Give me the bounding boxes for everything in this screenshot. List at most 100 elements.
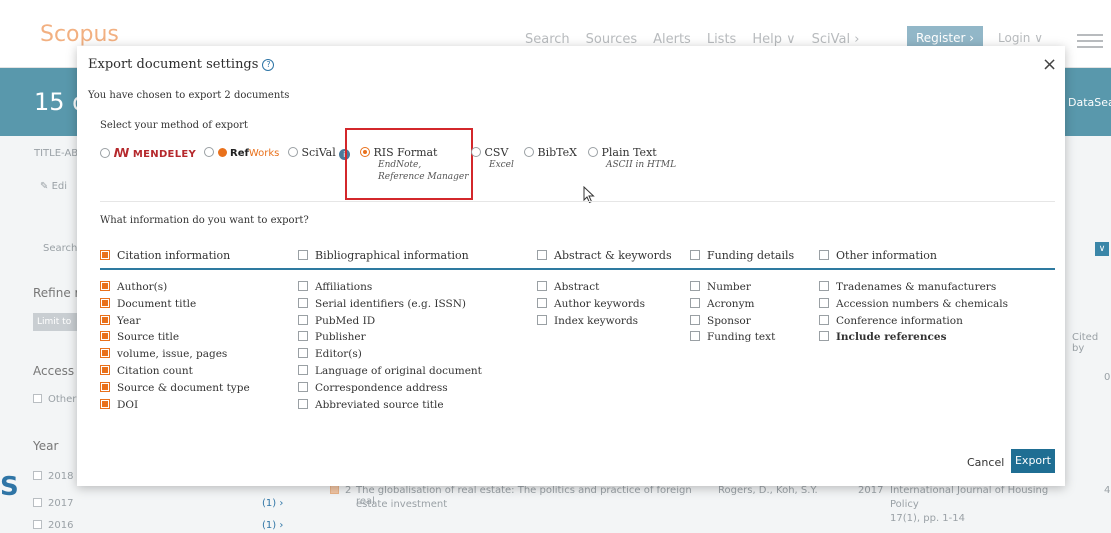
checkbox-citation[interactable] (100, 250, 110, 260)
check-item[interactable]: Citation count (100, 363, 250, 380)
year-filter-2017[interactable]: 2017 (33, 498, 73, 509)
mendeley-logo-icon: ꟿ (113, 146, 130, 160)
check-item[interactable]: Index keywords (537, 313, 645, 330)
result-journal[interactable]: International Journal of Housing (890, 485, 1048, 496)
datasearch-link[interactable]: DataSearc (1068, 96, 1111, 109)
check-item[interactable]: Author(s) (100, 279, 250, 296)
check-item[interactable]: Serial identifiers (e.g. ISSN) (298, 296, 482, 313)
checkbox-other[interactable] (819, 250, 829, 260)
check-item[interactable]: Affiliations (298, 279, 482, 296)
category-citation[interactable]: Citation information (100, 249, 230, 262)
result-pages: 17(1), pp. 1-14 (890, 513, 965, 524)
result-checkbox[interactable]: 2 (330, 485, 351, 496)
funding-items: Number Acronym Sponsor Funding text (690, 279, 775, 346)
nav-sources[interactable]: Sources (586, 32, 637, 47)
check-item[interactable]: Source & document type (100, 380, 250, 397)
check-item[interactable]: Number (690, 279, 775, 296)
checkbox-funding[interactable] (690, 250, 700, 260)
check-item[interactable]: Language of original document (298, 363, 482, 380)
nav-help[interactable]: Help ∨ (752, 32, 795, 47)
check-item[interactable]: Funding text (690, 329, 775, 346)
check-item[interactable]: Abstract (537, 279, 645, 296)
include-references-item[interactable]: Include references (819, 329, 1008, 346)
pencil-icon: ✎ (40, 181, 52, 192)
dialog-title: Export document settings? (88, 57, 275, 72)
check-item[interactable]: Correspondence address (298, 380, 482, 397)
cancel-button[interactable]: Cancel (967, 456, 1004, 469)
export-button[interactable]: Export (1011, 449, 1055, 473)
check-item[interactable]: Tradenames & manufacturers (819, 279, 1008, 296)
check-item[interactable]: Abbreviated source title (298, 397, 482, 414)
ris-highlight-box (345, 128, 473, 200)
category-underline (100, 268, 1055, 270)
checkbox-bibliographical[interactable] (298, 250, 308, 260)
check-item[interactable]: Publisher (298, 329, 482, 346)
check-item[interactable]: PubMed ID (298, 313, 482, 330)
method-mendeley[interactable]: ꟿ MENDELEY (100, 146, 196, 160)
export-count-text: You have chosen to export 2 documents (88, 90, 290, 101)
login-link[interactable]: Login ∨ (998, 31, 1043, 45)
check-item[interactable]: volume, issue, pages (100, 346, 250, 363)
nav-scival[interactable]: SciVal › (812, 32, 860, 47)
method-plaintext[interactable]: Plain Text ASCII in HTML (588, 146, 676, 171)
result-authors[interactable]: Rogers, D., Koh, S.Y. (718, 485, 818, 496)
other-items: Tradenames & manufacturers Accession num… (819, 279, 1008, 346)
bibliographical-items: Affiliations Serial identifiers (e.g. IS… (298, 279, 482, 413)
export-info-label: What information do you want to export? (100, 215, 309, 226)
top-nav: Search Sources Alerts Lists Help ∨ SciVa… (525, 32, 859, 47)
check-item[interactable]: Editor(s) (298, 346, 482, 363)
nav-search[interactable]: Search (525, 32, 570, 47)
export-method-label: Select your method of export (100, 120, 248, 131)
query-text: TITLE-AB (34, 148, 79, 159)
result-year: 2017 (858, 485, 884, 496)
nav-lists[interactable]: Lists (707, 32, 737, 47)
method-csv[interactable]: CSV Excel (471, 146, 514, 171)
checkbox-abstract[interactable] (537, 250, 547, 260)
category-other[interactable]: Other information (819, 249, 937, 262)
method-scival[interactable]: SciVal i (288, 146, 350, 160)
radio-mendeley[interactable] (100, 148, 110, 158)
year-filter-2018[interactable]: 2018 (33, 471, 73, 482)
category-abstract[interactable]: Abstract & keywords (537, 249, 672, 262)
result-title-cont[interactable]: estate investment (356, 499, 447, 510)
radio-plaintext[interactable] (588, 147, 598, 157)
check-item[interactable]: Accession numbers & chemicals (819, 296, 1008, 313)
check-item[interactable]: Acronym (690, 296, 775, 313)
radio-refworks[interactable] (204, 147, 214, 157)
radio-bibtex[interactable] (524, 147, 534, 157)
cited-by-header[interactable]: Cited by (1072, 332, 1111, 354)
cited-by-value: 0 (1104, 372, 1111, 383)
close-button[interactable]: × (1042, 54, 1057, 75)
check-item[interactable]: Document title (100, 296, 250, 313)
radio-scival[interactable] (288, 147, 298, 157)
year-filter-2016[interactable]: 2016 (33, 520, 73, 531)
side-logo-fragment: S (0, 472, 19, 502)
result-journal-cont[interactable]: Policy (890, 499, 919, 510)
check-item[interactable]: Sponsor (690, 313, 775, 330)
search-within-input[interactable]: Search (43, 243, 77, 254)
method-refworks[interactable]: RefWorks (204, 146, 279, 159)
limit-to-button[interactable]: Limit to (33, 313, 77, 331)
category-bibliographical[interactable]: Bibliographical information (298, 249, 469, 262)
check-item[interactable]: Conference information (819, 313, 1008, 330)
year-count-2017[interactable]: (1) › (262, 498, 283, 509)
category-funding[interactable]: Funding details (690, 249, 794, 262)
check-item[interactable]: Author keywords (537, 296, 645, 313)
nav-alerts[interactable]: Alerts (653, 32, 691, 47)
check-item[interactable]: DOI (100, 397, 250, 414)
access-other-filter[interactable]: Other (33, 394, 76, 405)
sort-dropdown-icon[interactable]: ∨ (1095, 242, 1109, 256)
radio-csv[interactable] (471, 147, 481, 157)
check-item[interactable]: Source title (100, 329, 250, 346)
year-count-2016[interactable]: (1) › (262, 520, 283, 531)
edit-link[interactable]: ✎ Edi (40, 181, 67, 192)
refworks-logo-icon (217, 148, 227, 157)
help-icon[interactable]: ? (262, 59, 275, 71)
method-bibtex[interactable]: BibTeX (524, 146, 577, 159)
check-item[interactable]: Year (100, 313, 250, 330)
export-dialog: Export document settings? × You have cho… (77, 46, 1065, 486)
citation-items: Author(s) Document title Year Source tit… (100, 279, 250, 413)
refine-heading: Refine r (33, 286, 80, 300)
menu-icon[interactable] (1077, 34, 1103, 48)
year-heading: Year (33, 439, 59, 453)
